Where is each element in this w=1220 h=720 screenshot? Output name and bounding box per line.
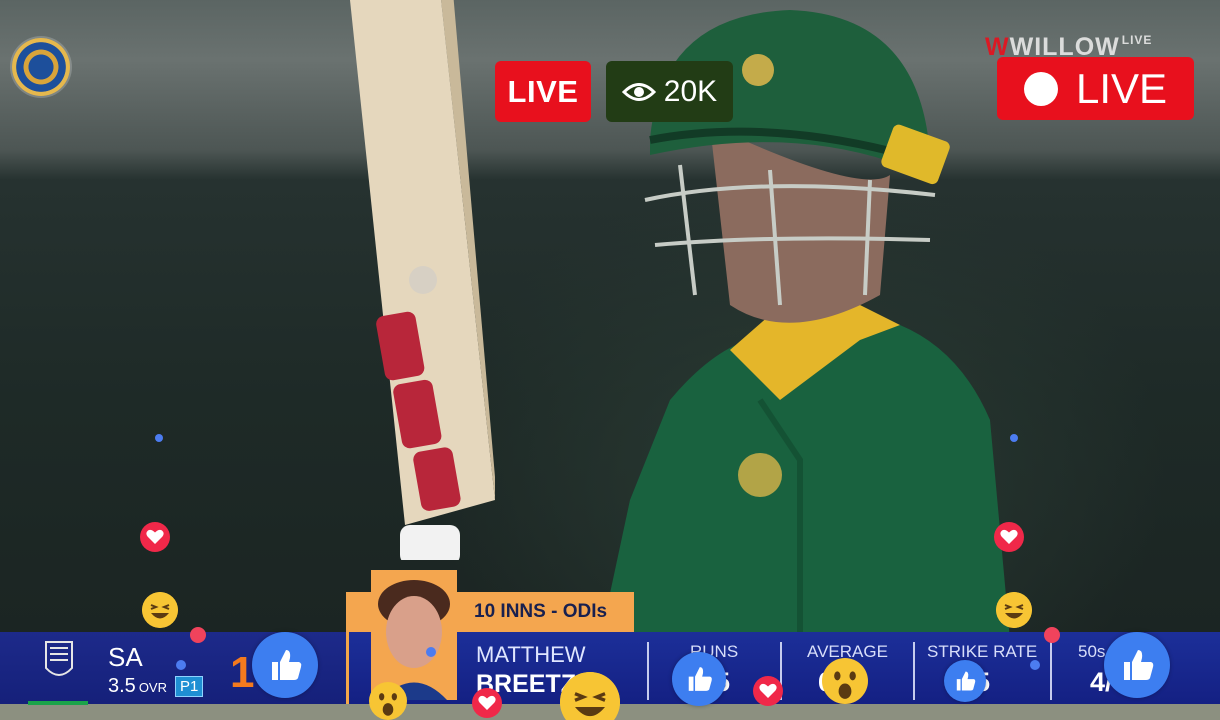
like-icon[interactable] <box>252 632 318 698</box>
viewer-count: 20K <box>663 74 718 108</box>
innings-label: 10 INNS - ODIs <box>474 601 608 622</box>
overs-count: 3.5 OVR <box>108 675 167 698</box>
heart-icon <box>472 688 502 718</box>
player-first-name: MATTHEW <box>476 642 586 667</box>
laugh-icon <box>142 592 178 628</box>
overs-value: 3.5 <box>108 675 136 697</box>
team-crest-icon <box>45 641 73 676</box>
reaction-bubble <box>426 647 436 657</box>
live-indicator-label: LIVE <box>1075 64 1168 112</box>
video-frame: LIVE 20K WWILLOW LIVE LIVE 10 INNS - ODIs… <box>0 0 1220 720</box>
cricket-bat <box>350 0 495 560</box>
team-name: SA <box>108 642 143 672</box>
reaction-bubble <box>176 660 186 670</box>
player-headshot <box>371 570 457 700</box>
team-score: 1 <box>230 648 255 697</box>
like-icon[interactable] <box>1104 632 1170 698</box>
record-dot-icon <box>1023 71 1058 106</box>
team-accent-line <box>28 701 88 705</box>
reaction-bubble <box>1030 660 1040 670</box>
stat-divider <box>1050 642 1052 700</box>
stat-divider <box>913 642 915 700</box>
laugh-icon <box>996 592 1032 628</box>
reaction-bubble <box>155 434 163 442</box>
eye-icon <box>621 82 656 101</box>
live-badge-label: LIVE <box>507 73 579 109</box>
like-icon[interactable] <box>944 660 986 702</box>
reaction-bubble <box>190 627 206 643</box>
heart-icon <box>994 522 1024 552</box>
powerplay-badge: P1 <box>175 676 204 697</box>
heart-icon <box>753 676 783 706</box>
wow-icon <box>822 658 868 704</box>
live-badge: LIVE <box>495 61 591 122</box>
reaction-bubble <box>1010 434 1018 442</box>
like-icon[interactable] <box>672 652 726 706</box>
wow-icon <box>369 682 407 720</box>
reaction-bubble <box>1044 627 1060 643</box>
broadcaster-suffix: LIVE <box>1121 33 1153 47</box>
live-indicator: LIVE <box>997 57 1194 120</box>
stat-label-fifties: 50s <box>1078 642 1106 661</box>
board-emblem-logo <box>12 38 70 96</box>
heart-icon <box>140 522 170 552</box>
stat-divider <box>647 642 649 700</box>
viewer-count-badge: 20K <box>606 61 733 122</box>
stat-label-strike-rate: STRIKE RATE <box>927 642 1038 661</box>
player-helmet <box>644 10 950 323</box>
overs-unit: OVR <box>138 680 167 695</box>
